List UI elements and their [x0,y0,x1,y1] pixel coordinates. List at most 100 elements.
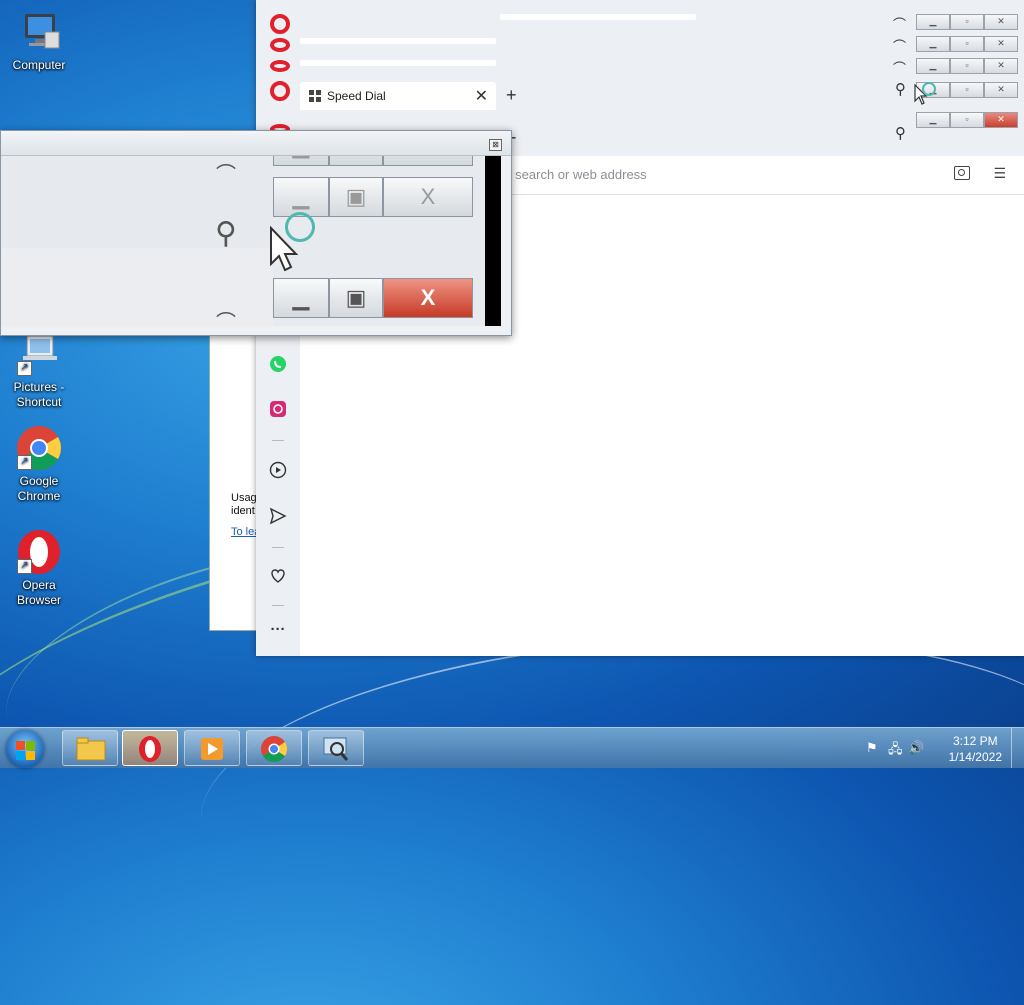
action-center-flag-icon[interactable]: ⚑ [866,740,878,756]
minimize-icon[interactable]: ▁ [916,36,950,52]
arc-icon: ⌒ [216,164,236,186]
easy-setup-icon[interactable]: ☰ [993,165,1006,182]
magnifier-close-button[interactable]: ⊠ [489,139,502,151]
new-tab-button[interactable]: + [506,85,517,106]
maximize-icon[interactable]: ▫ [950,36,984,52]
start-button[interactable] [6,730,44,768]
camera-icon[interactable] [954,166,970,180]
minimize-icon[interactable]: ▁ [916,58,950,74]
desktop-icon-computer[interactable]: Computer [3,8,75,73]
instagram-icon[interactable] [268,400,288,420]
maximize-icon[interactable]: ▫ [950,112,984,128]
desktop-icon-opera[interactable]: ↗ Opera Browser [3,528,75,608]
taskbar-media-player-button[interactable] [184,730,240,766]
close-icon: X [383,278,473,318]
system-tray: ⚑ 🖧 🔊 3:12 PM 1/14/2022 [854,728,1024,768]
pictures-shortcut-icon: ↗ [15,330,63,378]
sidebar-separator [272,547,284,548]
ghost-tab [300,38,496,44]
arc-icon: ⌒ [892,17,906,32]
sidebar-separator [272,605,284,606]
close-icon[interactable]: ✕ [984,14,1018,30]
opera-menu-icon[interactable] [270,81,290,101]
computer-icon [15,8,63,56]
magnifier-edge [485,156,501,326]
tab-speed-dial[interactable]: Speed Dial ✕ [300,82,496,110]
ghost-tabstrip: ⌒ ▁ ▫ ✕ [256,12,1024,34]
maximize-icon[interactable]: ▫ [950,58,984,74]
clock-time: 3:12 PM [952,734,998,748]
taskbar-chrome-button[interactable] [246,730,302,766]
tab-search-icon[interactable]: ⚲ [895,124,906,142]
opera-icon: ↗ [15,528,63,576]
minimize-icon[interactable]: ▁ [916,112,950,128]
taskbar-opera-button[interactable] [122,730,178,766]
volume-icon[interactable]: 🔊 [908,740,924,756]
desktop-icon-label: Computer [12,58,66,72]
desktop-icon-label: Opera Browser [16,578,61,607]
clock[interactable]: 3:12 PM 1/14/2022 [949,733,1002,765]
close-icon: X [383,177,473,217]
send-icon[interactable] [268,507,288,527]
taskbar-explorer-button[interactable] [62,730,118,766]
minimize-icon[interactable]: ▁ [916,14,950,30]
usage-text-line: ident [231,505,255,517]
window-controls[interactable]: ▁ ▫ ✕ [916,58,1018,74]
tab-search-icon[interactable]: ⚲ [895,80,906,98]
busy-cursor-ring-icon [922,82,936,96]
maximize-icon: ▣ [329,177,383,217]
usage-text-line: Usag [231,492,257,504]
more-icon[interactable]: ··· [268,620,288,640]
close-icon[interactable]: ✕ [984,36,1018,52]
ghost-tabstrip: ⌒ ▁ ▫ ✕ [256,56,1024,78]
windows-logo-icon [26,751,35,760]
maximize-icon[interactable]: ▫ [950,82,984,98]
whatsapp-icon[interactable] [268,355,288,375]
close-icon: X [383,156,473,166]
ghost-tab [300,60,496,66]
player-icon[interactable] [268,461,288,481]
media-player-icon [201,738,223,760]
minimize-icon: ▁ [273,278,329,318]
magnifier-titlebar[interactable]: ⊠ [1,131,511,156]
folder-icon [76,737,106,761]
magnifier-window[interactable]: ⊠ ⌒ ⚲ ⌒ ▁ ▣ X ▁ ▣ X ▁ ▣ X [0,130,512,336]
ghost-tab [500,14,696,20]
magnifier-icon [323,737,349,761]
network-icon[interactable]: 🖧 [888,740,903,762]
taskbar: ⚑ 🖧 🔊 3:12 PM 1/14/2022 [0,727,1024,768]
sidebar-separator [272,440,284,441]
tab-close-icon[interactable]: ✕ [475,86,488,106]
show-desktop-button[interactable] [1011,728,1024,768]
window-controls[interactable]: ▁ ▫ ✕ [916,14,1018,30]
zoomed-window-controls: ▁ ▣ X [273,156,473,166]
minimize-icon: ▁ [273,156,329,166]
desktop-icon-pictures[interactable]: ↗ Pictures - Shortcut [3,330,75,410]
opera-logo-icon [270,38,290,52]
window-controls[interactable]: ▁ ▫ ✕ [916,112,1018,128]
arc-icon: ⌒ [892,61,906,76]
zoomed-window-controls: ▁ ▣ X [273,278,473,318]
close-icon[interactable]: ✕ [984,58,1018,74]
minimize-icon: ▁ [273,177,329,217]
windows-logo-icon [16,741,25,750]
maximize-icon[interactable]: ▫ [950,14,984,30]
desktop-icon-label: Pictures - Shortcut [13,380,65,409]
maximize-icon: ▣ [329,156,383,166]
desktop-icon-chrome[interactable]: ↗ Google Chrome [3,424,75,504]
magnifier-view: ⌒ ⚲ ⌒ ▁ ▣ X ▁ ▣ X ▁ ▣ X [1,156,485,326]
address-placeholder: er search or web address [500,167,647,182]
arc-icon: ⌒ [216,312,236,326]
taskbar-magnifier-button[interactable] [308,730,364,766]
close-icon[interactable]: ✕ [984,82,1018,98]
speed-dial-icon [309,90,321,102]
windows-logo-icon [16,751,25,760]
clock-date: 1/14/2022 [948,750,1002,764]
shortcut-arrow-icon: ↗ [17,559,32,574]
heart-icon[interactable] [268,567,288,587]
window-controls[interactable]: ▁ ▫ ✕ [916,36,1018,52]
opera-icon [139,736,161,762]
close-icon[interactable]: ✕ [984,112,1018,128]
ghost-tabstrip: ⌒ ▁ ▫ ✕ [256,34,1024,56]
maximize-icon: ▣ [329,278,383,318]
